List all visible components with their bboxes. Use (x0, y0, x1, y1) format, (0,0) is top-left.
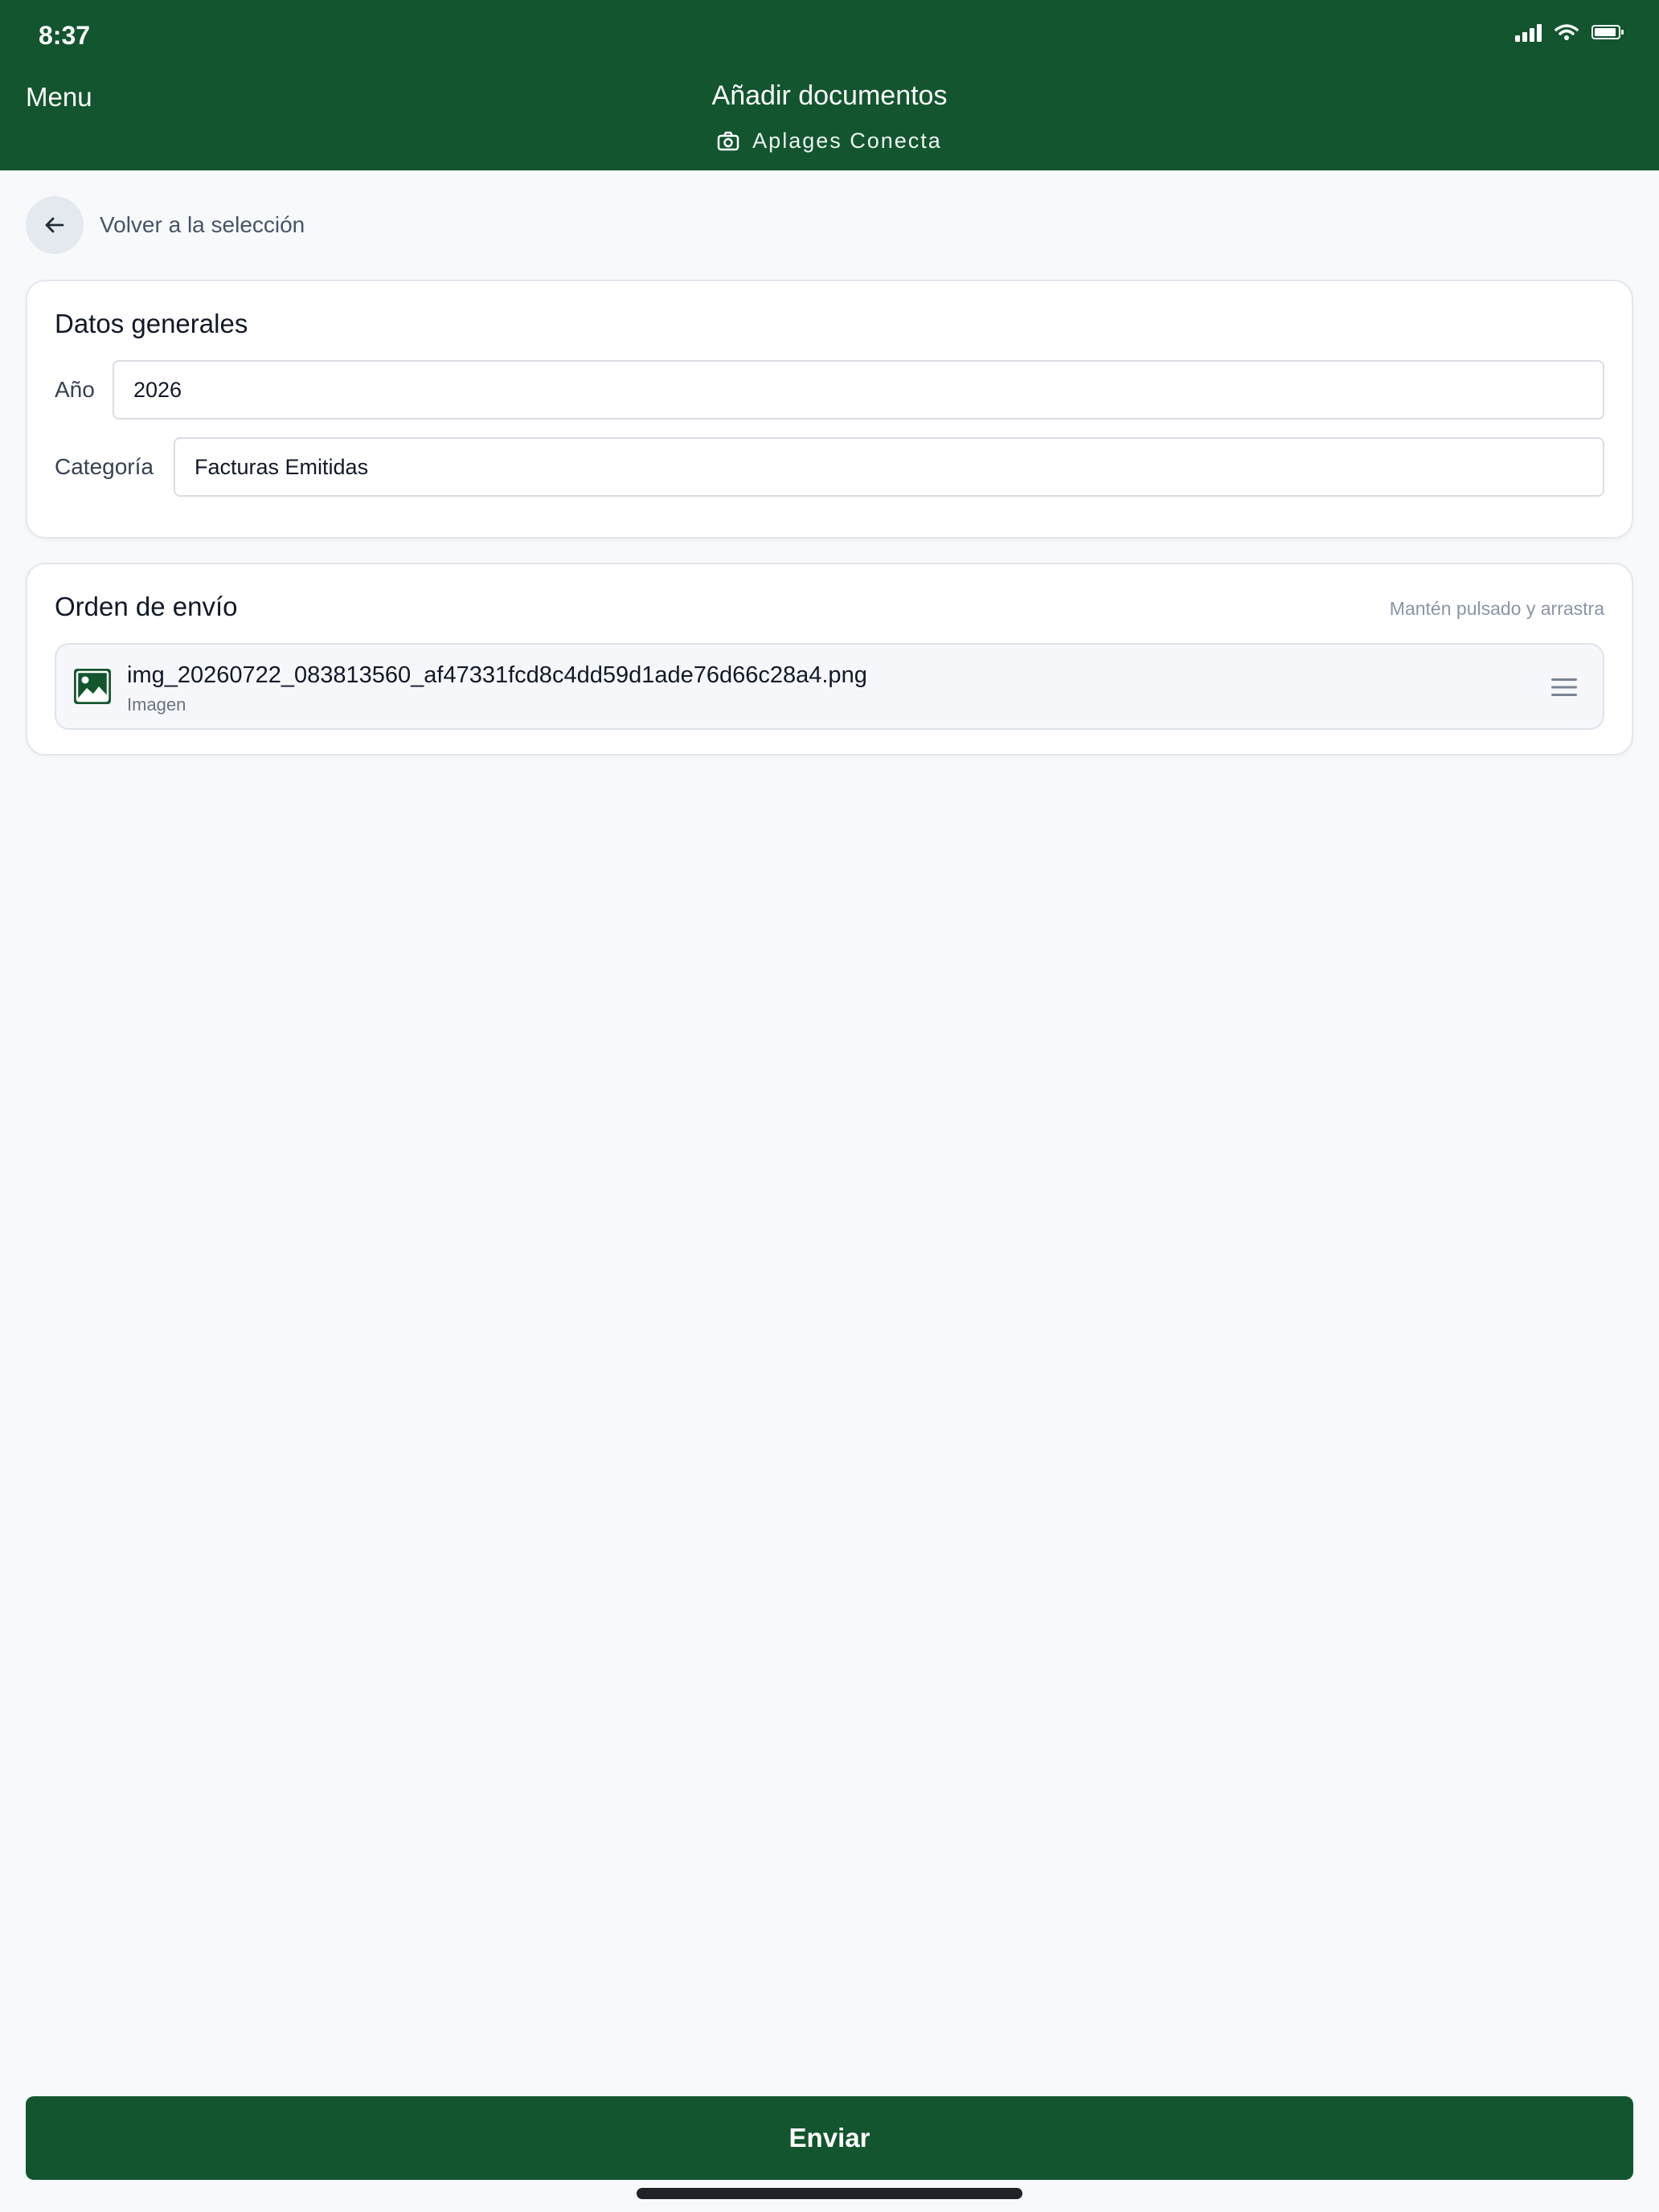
category-input[interactable]: Facturas Emitidas (174, 437, 1604, 497)
document-item[interactable]: img_20260722_083813560_af47331fcd8c4dd59… (55, 643, 1604, 730)
back-to-selection[interactable]: Volver a la selección (26, 196, 305, 254)
camera-icon (717, 131, 739, 150)
year-field-row: Año 2026 (55, 360, 1604, 420)
arrow-left-icon (45, 217, 64, 233)
app-header: 8:37 Menu Añadir documentos Aplages Cone… (0, 0, 1659, 170)
category-label: Categoría (55, 454, 154, 479)
image-icon (74, 669, 111, 704)
cellular-signal-icon (1515, 23, 1542, 42)
year-input[interactable]: 2026 (113, 360, 1604, 420)
category-field-row: Categoría Facturas Emitidas (55, 437, 1604, 497)
document-name: img_20260722_083813560_af47331fcd8c4dd59… (127, 662, 867, 688)
send-order-title: Orden de envío (55, 592, 238, 621)
send-button[interactable]: Enviar (26, 2096, 1633, 2180)
send-order-card: Orden de envío Mantén pulsado y arrastra… (26, 563, 1633, 756)
home-indicator[interactable] (637, 2188, 1022, 2199)
status-time: 8:37 (39, 21, 91, 50)
general-data-title: Datos generales (55, 309, 248, 338)
year-label: Año (55, 377, 95, 402)
general-data-card: Datos generales Año 2026 Categoría Factu… (26, 280, 1633, 539)
document-type: Imagen (127, 694, 186, 715)
drag-handle-icon[interactable] (1551, 675, 1577, 699)
battery-icon (1591, 25, 1624, 39)
wifi-icon (1555, 24, 1579, 40)
drag-hint: Mantén pulsado y arrastra (1389, 598, 1604, 619)
back-label[interactable]: Volver a la selección (100, 212, 305, 238)
page-title: Añadir documentos (711, 80, 948, 111)
back-button[interactable] (26, 196, 84, 254)
header-subtitle: Aplages Conecta (0, 129, 1659, 154)
status-icons (1515, 23, 1624, 42)
header-subtitle-text: Aplages Conecta (752, 129, 942, 153)
